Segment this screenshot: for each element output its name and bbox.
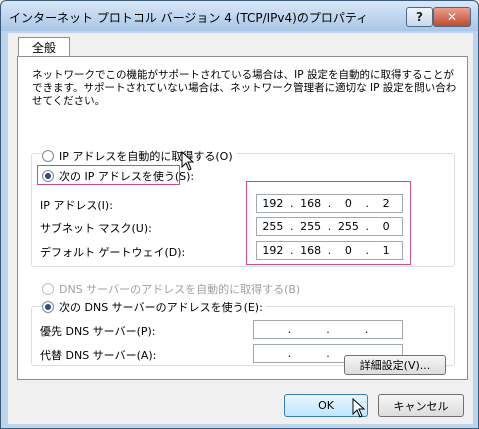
alternate-dns-label: 代替 DNS サーバー(A):: [40, 349, 157, 362]
window-title: インターネット プロトコル バージョン 4 (TCP/IPv4)のプロパティ: [9, 11, 369, 25]
dns-manual-radio[interactable]: [42, 301, 54, 313]
preferred-dns-field[interactable]: . . .: [253, 320, 403, 339]
general-panel: ネットワークでこの機能がサポートされている場合は、IP 設定を自動的に取得するこ…: [17, 56, 468, 380]
default-gateway-field[interactable]: 192. 168. 0. 1: [256, 241, 403, 260]
advanced-button[interactable]: 詳細設定(V)...: [344, 355, 446, 375]
dialog-client: 全般 ネットワークでこの機能がサポートされている場合は、IP 設定を自動的に取得…: [8, 33, 473, 424]
mouse-cursor-icon: [181, 151, 195, 171]
ip-manual-option[interactable]: 次の IP アドレスを使う(S):: [42, 168, 194, 184]
dns-auto-label: DNS サーバーのアドレスを自動的に取得する(B): [59, 283, 301, 296]
title-bar[interactable]: インターネット プロトコル バージョン 4 (TCP/IPv4)のプロパティ ?…: [1, 1, 478, 31]
ip-manual-radio[interactable]: [42, 170, 54, 182]
ip-auto-radio[interactable]: [42, 150, 54, 162]
ip-address-label: IP アドレス(I):: [40, 199, 113, 212]
description-text: ネットワークでこの機能がサポートされている場合は、IP 設定を自動的に取得するこ…: [32, 69, 457, 107]
mouse-cursor-icon: [352, 398, 366, 418]
close-button[interactable]: ✕: [433, 7, 471, 27]
ip-address-field[interactable]: 192. 168. 0. 2: [256, 194, 403, 213]
cancel-button[interactable]: キャンセル: [378, 394, 464, 417]
default-gateway-label: デフォルト ゲートウェイ(D):: [40, 246, 186, 259]
dns-manual-label: 次の DNS サーバーのアドレスを使う(E):: [59, 301, 263, 314]
dialog-window: インターネット プロトコル バージョン 4 (TCP/IPv4)のプロパティ ?…: [0, 0, 479, 429]
preferred-dns-label: 優先 DNS サーバー(P):: [40, 325, 156, 338]
help-button[interactable]: ?: [406, 7, 433, 27]
ip-auto-label: IP アドレスを自動的に取得する(O): [59, 150, 233, 163]
subnet-mask-field[interactable]: 255. 255. 255. 0: [256, 217, 403, 236]
ip-auto-option[interactable]: IP アドレスを自動的に取得する(O): [42, 148, 236, 164]
tab-general[interactable]: 全般: [18, 37, 70, 57]
dns-auto-radio[interactable]: [42, 283, 54, 295]
dns-auto-option[interactable]: DNS サーバーのアドレスを自動的に取得する(B): [42, 281, 300, 297]
subnet-mask-label: サブネット マスク(U):: [40, 222, 152, 235]
ip-manual-label: 次の IP アドレスを使う(S):: [59, 170, 195, 183]
dns-manual-option[interactable]: 次の DNS サーバーのアドレスを使う(E):: [42, 299, 266, 315]
